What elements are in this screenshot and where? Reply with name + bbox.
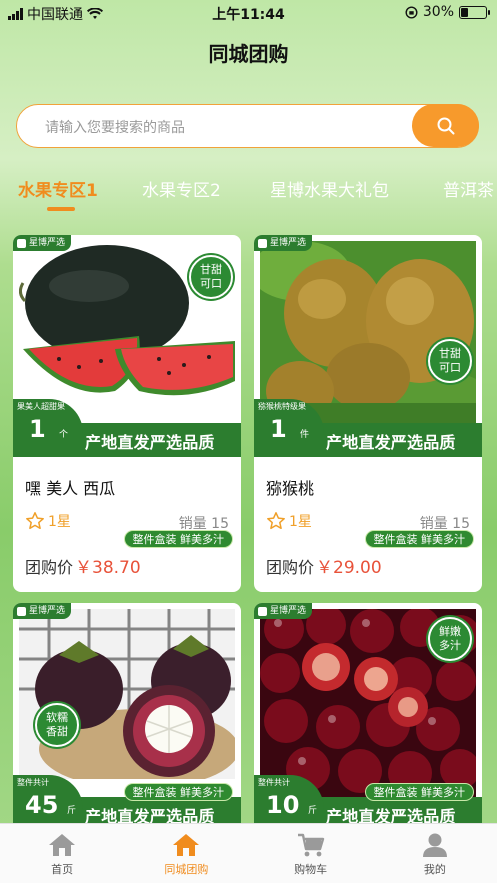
package-pill: 整件盒装 鲜美多汁 — [123, 783, 233, 801]
package-pill: 整件盒装 鲜美多汁 — [364, 530, 474, 548]
taste-sticker: 甘甜 可口 — [428, 339, 472, 383]
active-tab-indicator — [47, 207, 75, 211]
bottom-tab-bar: 首页 同城团购 购物车 我的 — [0, 823, 497, 883]
taste-sticker: 鲜嫩 多汁 — [428, 617, 472, 661]
home-icon — [49, 834, 76, 856]
tab-group-buy[interactable]: 同城团购 — [124, 824, 248, 883]
store-icon — [173, 834, 200, 856]
brand-logo-icon — [17, 606, 26, 616]
battery-level — [461, 7, 469, 17]
price-value: ￥38.70 — [75, 558, 141, 578]
cart-icon — [297, 833, 324, 857]
battery-icon — [459, 5, 490, 19]
brand-badge: 星博严选 — [254, 603, 313, 619]
product-card[interactable]: 星博严选 甘甜 可口 整件盒装 鲜美多汁 产地直发严选品质 猕猴桃特级果 1 件 … — [254, 235, 482, 592]
brand-badge: 星博严选 — [13, 235, 72, 251]
tab-gift-pack[interactable]: 星博水果大礼包 — [270, 176, 389, 201]
brand-logo-icon — [17, 238, 26, 248]
orientation-lock-icon — [405, 5, 418, 19]
product-name: 嘿 美人 西瓜 — [25, 479, 116, 498]
product-card[interactable]: 星博严选 甘甜 可口 整件盒装 鲜美多汁 产地直发严选品质 果美人超甜果 1 个 … — [13, 235, 241, 592]
group-price: 团购价 ￥38.70 — [25, 558, 141, 578]
search-bar[interactable]: 请输入您要搜索的商品 — [16, 104, 479, 148]
page-title: 同城团购 — [208, 42, 289, 66]
user-icon — [422, 833, 447, 857]
product-card[interactable]: 星博严选 鲜嫩 多汁 整件盒装 鲜美多汁 产地直发严选品质 整件共计 10 斤 — [254, 603, 482, 833]
search-icon — [437, 117, 454, 134]
star-icon — [267, 512, 285, 530]
tab-home[interactable]: 首页 — [0, 824, 124, 883]
tab-cart[interactable]: 购物车 — [249, 824, 373, 883]
taste-sticker: 软糯 香甜 — [35, 703, 79, 747]
tab-fruit-zone-2[interactable]: 水果专区2 — [142, 176, 221, 201]
category-tabs: 水果专区1 水果专区2 星博水果大礼包 普洱茶 — [0, 176, 497, 216]
status-bar: 中国联通 上午11:44 30% — [0, 0, 497, 26]
brand-badge: 星博严选 — [13, 603, 72, 619]
product-rating: 1星 — [266, 511, 312, 531]
quantity-badge: 果美人超甜果 1 个 — [13, 399, 83, 457]
taste-sticker: 甘甜 可口 — [189, 255, 233, 299]
package-pill: 整件盒装 鲜美多汁 — [123, 530, 233, 548]
package-pill: 整件盒装 鲜美多汁 — [364, 783, 474, 801]
product-card[interactable]: 星博严选 软糯 香甜 整件盒装 鲜美多汁 产地直发严选品质 整件共计 45 斤 — [13, 603, 241, 833]
product-name: 猕猴桃 — [266, 479, 315, 498]
product-rating: 1星 — [25, 511, 71, 531]
tab-fruit-zone-1[interactable]: 水果专区1 — [18, 176, 98, 201]
brand-badge: 星博严选 — [254, 235, 313, 251]
star-icon — [26, 512, 44, 530]
search-button[interactable] — [412, 104, 479, 147]
brand-logo-icon — [258, 606, 267, 616]
group-price: 团购价 ￥29.00 — [266, 558, 382, 578]
tab-puer-tea[interactable]: 普洱茶 — [443, 176, 494, 201]
quantity-badge: 猕猴桃特级果 1 件 — [254, 399, 324, 457]
battery-percent: 30% — [422, 4, 454, 20]
price-value: ￥29.00 — [316, 558, 382, 578]
search-input[interactable]: 请输入您要搜索的商品 — [45, 117, 185, 137]
brand-logo-icon — [258, 238, 267, 248]
tab-mine[interactable]: 我的 — [373, 824, 497, 883]
